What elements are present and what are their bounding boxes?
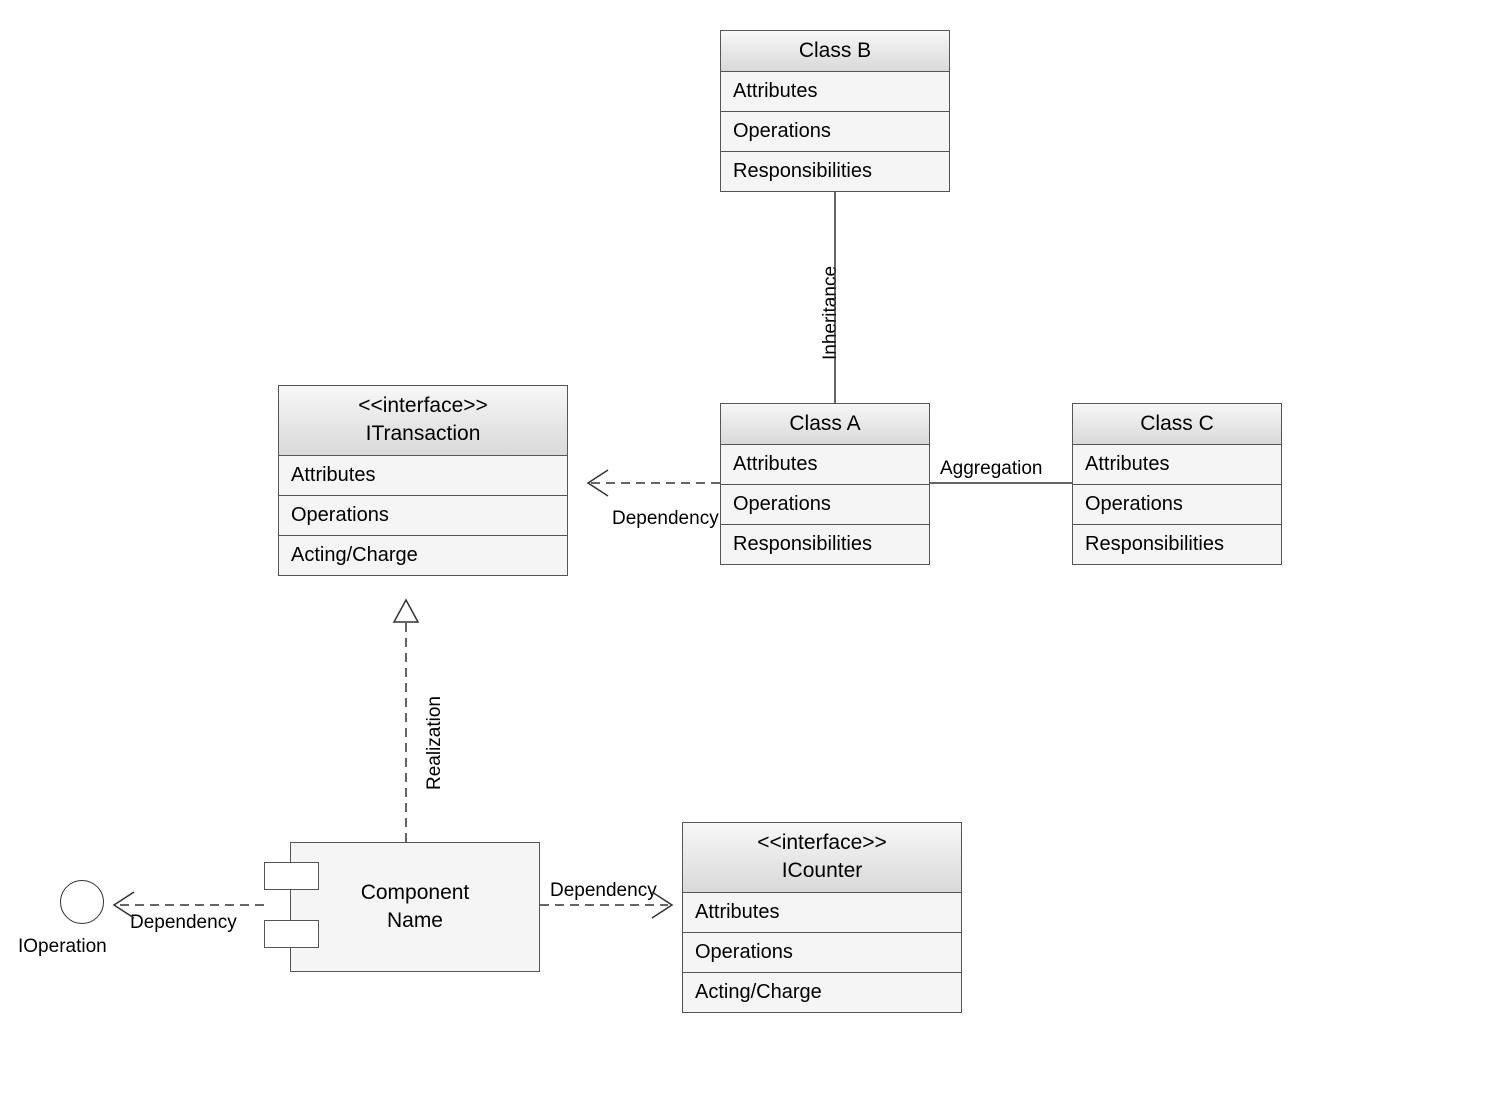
itransaction-stereo: <<interface>> [289,392,557,420]
realization-label: Realization [424,696,446,790]
class-b-attrs: Attributes [721,72,949,112]
dependency-label-2: Dependency [130,912,237,934]
class-b: Class B Attributes Operations Responsibi… [720,30,950,192]
class-c: Class C Attributes Operations Responsibi… [1072,403,1282,565]
class-b-ops: Operations [721,112,949,152]
icounter-stereo: <<interface>> [693,829,951,857]
icounter-third: Acting/Charge [683,973,961,1012]
itransaction: <<interface>> ITransaction Attributes Op… [278,385,568,576]
itransaction-ops: Operations [279,496,567,536]
itransaction-attrs: Attributes [279,456,567,496]
icounter-name: ICounter [782,859,863,882]
class-a-attrs: Attributes [721,445,929,485]
icounter-title: <<interface>> ICounter [683,823,961,893]
dependency-label-3: Dependency [550,880,657,902]
class-c-ops: Operations [1073,485,1281,525]
component-label: Component Name [361,879,470,936]
class-a-name: Class A [789,412,860,435]
class-a-resp: Responsibilities [721,525,929,564]
class-b-resp: Responsibilities [721,152,949,191]
class-b-title: Class B [721,31,949,72]
class-c-attrs: Attributes [1073,445,1281,485]
component-tab-2 [264,920,319,948]
class-c-resp: Responsibilities [1073,525,1281,564]
itransaction-title: <<interface>> ITransaction [279,386,567,456]
icounter-ops: Operations [683,933,961,973]
itransaction-name: ITransaction [366,422,481,445]
component-tab-1 [264,862,319,890]
class-a-ops: Operations [721,485,929,525]
class-a-title: Class A [721,404,929,445]
icounter: <<interface>> ICounter Attributes Operat… [682,822,962,1013]
ioperation-ball [60,880,104,924]
component: Component Name [290,842,540,972]
itransaction-third: Acting/Charge [279,536,567,575]
class-a: Class A Attributes Operations Responsibi… [720,403,930,565]
class-c-name: Class C [1140,412,1214,435]
dependency-label-1: Dependency [612,508,719,530]
icounter-attrs: Attributes [683,893,961,933]
aggregation-label: Aggregation [940,458,1042,480]
class-b-name: Class B [799,39,871,62]
class-c-title: Class C [1073,404,1281,445]
ioperation-label: IOperation [18,936,107,958]
inheritance-label: Inheritance [820,266,842,360]
